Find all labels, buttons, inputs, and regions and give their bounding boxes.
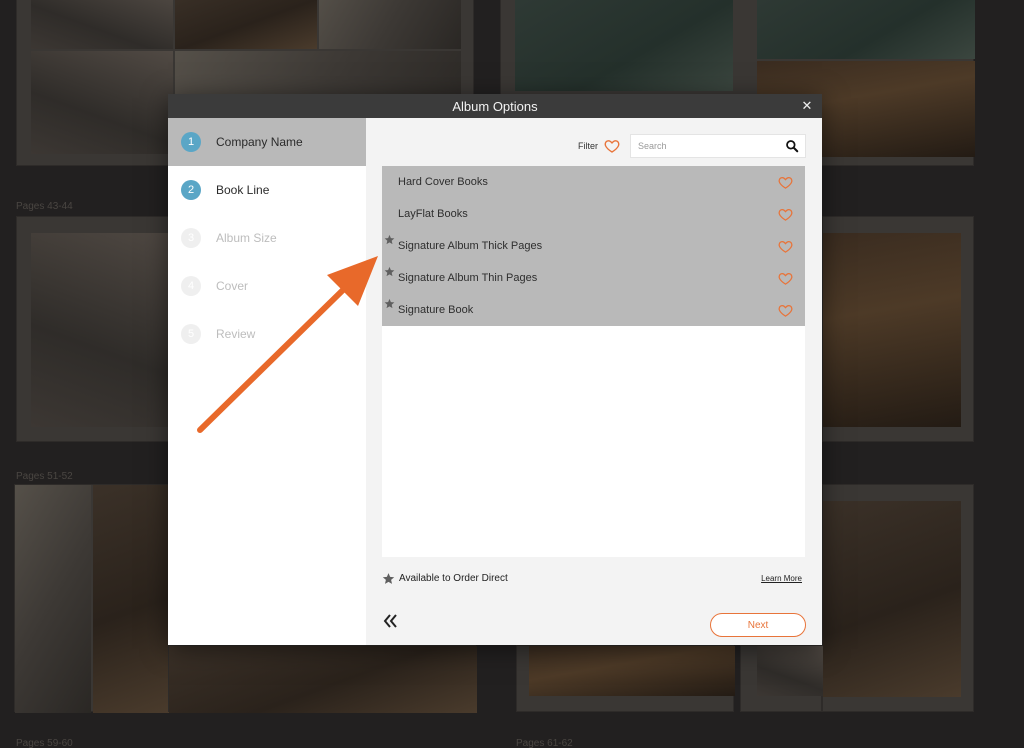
step-label: Cover <box>216 279 249 293</box>
album-spread <box>14 484 169 713</box>
legend-text: Available to Order Direct <box>399 573 508 584</box>
list-item[interactable]: Signature Book <box>382 294 805 326</box>
album-options-dialog: Album Options ✕ 1 Company Name 2 Book Li… <box>168 94 822 645</box>
double-chevron-left-icon[interactable] <box>383 614 399 628</box>
heart-outline-icon[interactable] <box>778 175 793 190</box>
heart-outline-icon[interactable] <box>778 207 793 222</box>
step-number-badge: 4 <box>181 276 201 296</box>
page-label: Pages 59-60 <box>16 738 73 748</box>
search-icon[interactable] <box>785 139 799 153</box>
album-photo <box>823 501 961 697</box>
book-line-label: Hard Cover Books <box>398 176 488 188</box>
page-label: Pages 43-44 <box>16 201 73 212</box>
step-book-line[interactable]: 2 Book Line <box>168 166 366 214</box>
book-line-label: Signature Album Thick Pages <box>398 240 543 252</box>
page-label: Pages 51-52 <box>16 471 73 482</box>
album-photo <box>31 0 173 49</box>
close-icon[interactable]: ✕ <box>800 98 814 114</box>
book-line-list: Hard Cover Books LayFlat Books Signature… <box>382 166 805 557</box>
star-icon <box>384 234 395 245</box>
album-spread <box>516 645 735 712</box>
step-number-badge: 1 <box>181 132 201 152</box>
album-photo <box>93 485 169 713</box>
album-spread <box>822 216 974 442</box>
step-label: Company Name <box>216 135 303 149</box>
step-number-badge: 2 <box>181 180 201 200</box>
star-icon <box>384 298 395 309</box>
step-label: Album Size <box>216 231 277 245</box>
album-photo <box>15 485 91 713</box>
step-label: Review <box>216 327 256 341</box>
heart-outline-icon[interactable] <box>778 303 793 318</box>
direct-order-legend: Available to Order Direct <box>382 572 508 585</box>
book-line-label: Signature Book <box>398 304 474 316</box>
learn-more-link[interactable]: Learn More <box>761 574 802 583</box>
next-button[interactable]: Next <box>710 613 806 637</box>
step-album-size: 3 Album Size <box>168 214 366 262</box>
step-company-name[interactable]: 1 Company Name <box>168 118 366 166</box>
album-spread <box>740 645 823 712</box>
heart-outline-icon[interactable] <box>604 138 620 154</box>
album-spread <box>822 484 974 712</box>
album-photo <box>823 233 961 427</box>
book-line-label: Signature Album Thin Pages <box>398 272 538 284</box>
step-number-badge: 3 <box>181 228 201 248</box>
step-label: Book Line <box>216 183 270 197</box>
step-number-badge: 5 <box>181 324 201 344</box>
book-line-label: LayFlat Books <box>398 208 468 220</box>
album-photo <box>757 646 823 696</box>
album-spread <box>168 645 477 713</box>
dialog-titlebar: Album Options ✕ <box>168 94 822 118</box>
star-icon <box>384 266 395 277</box>
step-review: 5 Review <box>168 310 366 358</box>
list-item[interactable]: Signature Album Thick Pages <box>382 230 805 262</box>
album-photo <box>175 0 317 49</box>
album-photo <box>319 0 461 49</box>
album-photo <box>169 646 477 713</box>
page-label: Pages 61-62 <box>516 738 573 748</box>
album-photo <box>529 646 735 696</box>
list-item[interactable]: Signature Album Thin Pages <box>382 262 805 294</box>
heart-outline-icon[interactable] <box>778 239 793 254</box>
star-icon <box>382 573 395 584</box>
filter-bar: Filter <box>578 134 806 158</box>
book-line-panel: Filter Hard Cover Books LayFlat Books Si… <box>366 118 822 645</box>
step-cover: 4 Cover <box>168 262 366 310</box>
album-photo <box>757 0 975 59</box>
filter-label: Filter <box>578 141 598 151</box>
search-input[interactable] <box>638 141 785 151</box>
dialog-title: Album Options <box>452 98 538 114</box>
album-photo <box>515 0 733 91</box>
search-box <box>630 134 806 158</box>
steps-sidebar: 1 Company Name 2 Book Line 3 Album Size … <box>168 118 366 645</box>
list-item[interactable]: Hard Cover Books <box>382 166 805 198</box>
heart-outline-icon[interactable] <box>778 271 793 286</box>
list-item[interactable]: LayFlat Books <box>382 198 805 230</box>
album-photo <box>31 51 173 154</box>
